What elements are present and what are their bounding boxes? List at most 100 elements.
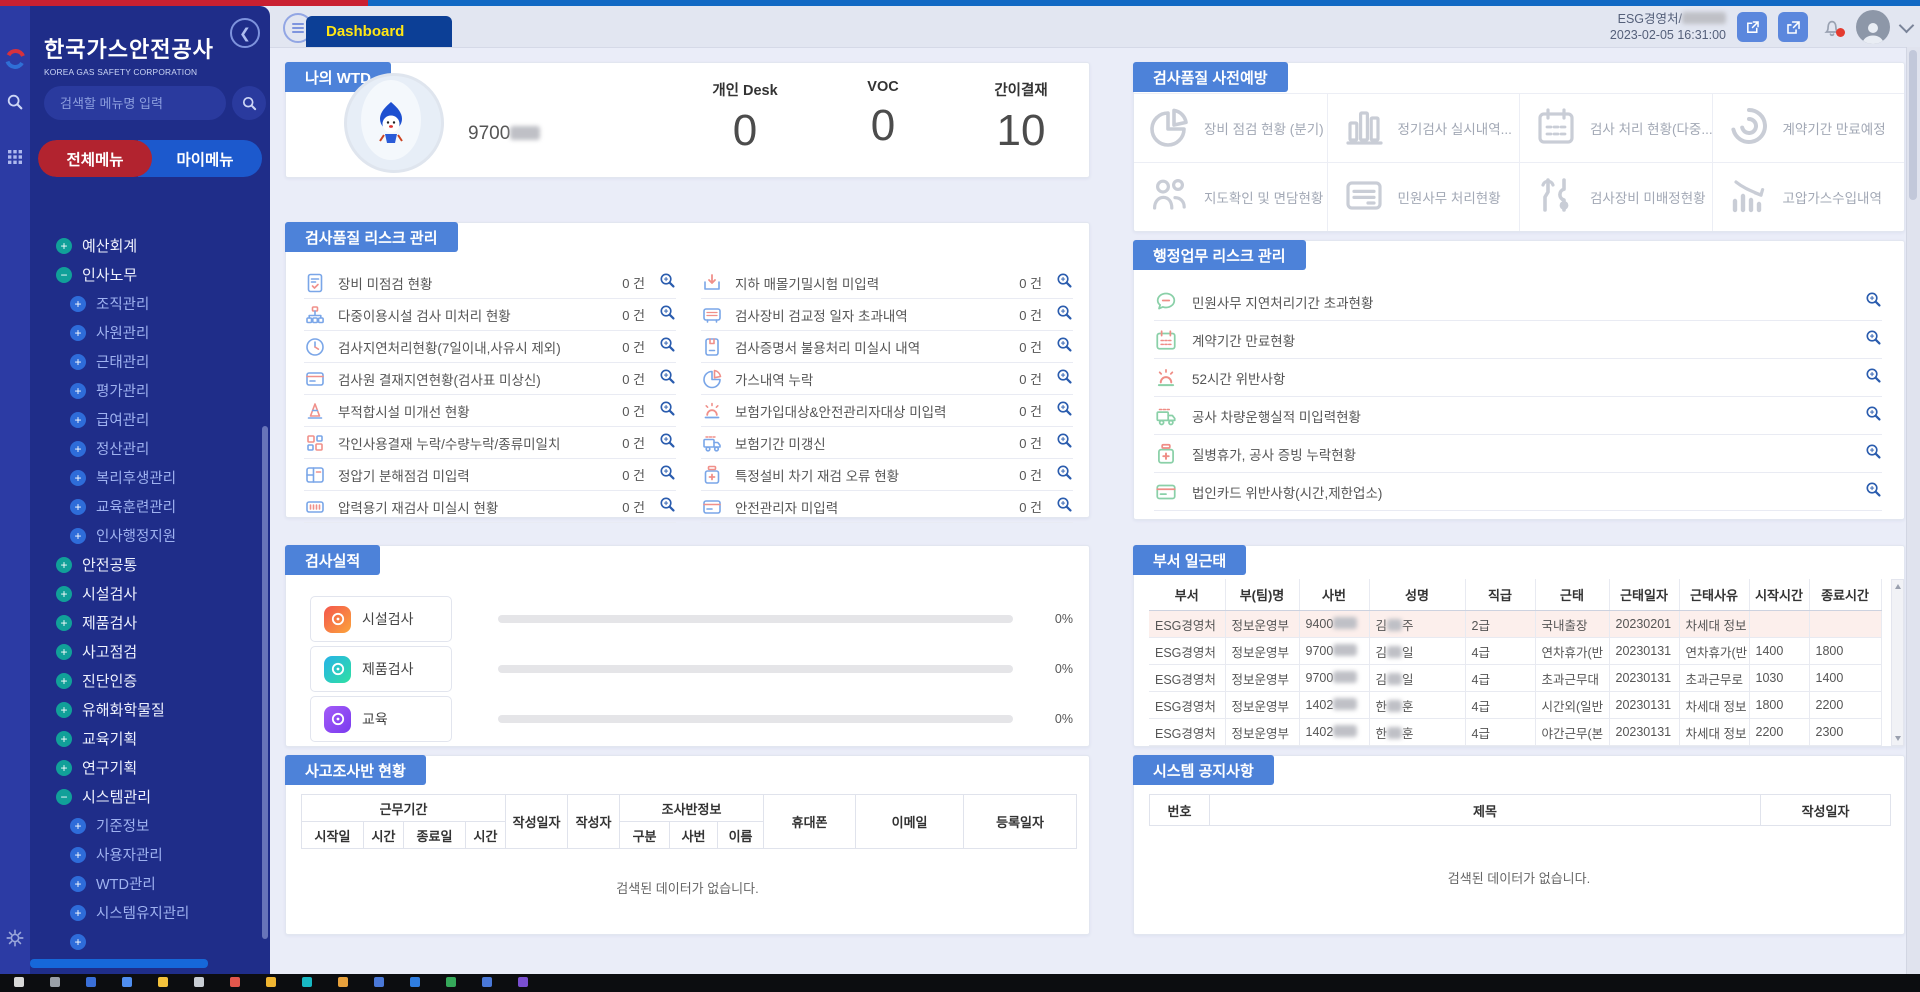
- prevention-shortcut[interactable]: 지도확인 및 면담현황: [1134, 162, 1327, 231]
- expand-icon[interactable]: +: [56, 644, 72, 660]
- performance-category-button[interactable]: 교육: [310, 696, 452, 742]
- sidebar-item-평가관리[interactable]: + 평가관리: [0, 376, 262, 405]
- expand-icon[interactable]: +: [56, 557, 72, 573]
- sidebar-item-기준정보[interactable]: + 기준정보: [0, 811, 262, 840]
- risk-item[interactable]: 검사장비 검교정 일자 초과내역 0 건: [701, 299, 1073, 331]
- admin-risk-item[interactable]: 계약기간 만료현황: [1154, 321, 1882, 359]
- risk-item[interactable]: 검사증명서 불용처리 미실시 내역 0 건: [701, 331, 1073, 363]
- avatar[interactable]: [1856, 10, 1890, 44]
- table-row[interactable]: ESG경영처정보운영부9700김일4급초과근무대20230131초과근무로103…: [1149, 665, 1881, 692]
- expand-icon[interactable]: +: [70, 354, 86, 370]
- collapse-icon[interactable]: −: [56, 267, 72, 283]
- risk-item[interactable]: 보험기간 미갱신 0 건: [701, 427, 1073, 459]
- taskbar-app-icon[interactable]: [230, 977, 240, 987]
- admin-risk-item[interactable]: 52시간 위반사항: [1154, 359, 1882, 397]
- sidebar-item-조직관리[interactable]: + 조직관리: [0, 289, 262, 318]
- sidebar-item-예산회계[interactable]: + 예산회계: [0, 231, 262, 260]
- taskbar-app-icon[interactable]: [518, 977, 528, 987]
- sidebar-item-인사행정지원[interactable]: + 인사행정지원: [0, 521, 262, 550]
- table-row[interactable]: ESG경영처정보운영부1402한훈4급시간외(일반20230131차세대 정보1…: [1149, 692, 1881, 719]
- tab-all-menu[interactable]: 전체메뉴: [38, 140, 152, 177]
- sidebar-item-복리후생관리[interactable]: + 복리후생관리: [0, 463, 262, 492]
- zoom-icon[interactable]: [1056, 464, 1073, 486]
- expand-icon[interactable]: +: [70, 934, 86, 950]
- sidebar-item-정산관리[interactable]: + 정산관리: [0, 434, 262, 463]
- taskbar-app-icon[interactable]: [86, 977, 96, 987]
- prevention-shortcut[interactable]: 검사 처리 현황(다중...: [1519, 93, 1712, 162]
- zoom-icon[interactable]: [1865, 367, 1882, 389]
- taskbar-app-icon[interactable]: [338, 977, 348, 987]
- admin-risk-item[interactable]: 민원사무 지연처리기간 초과현황: [1154, 283, 1882, 321]
- prevention-shortcut[interactable]: 계약기간 만료예정: [1712, 93, 1905, 162]
- expand-icon[interactable]: +: [70, 818, 86, 834]
- sidebar-item-진단인증[interactable]: + 진단인증: [0, 666, 262, 695]
- taskbar-app-icon[interactable]: [302, 977, 312, 987]
- windows-taskbar[interactable]: [0, 974, 1920, 992]
- risk-item[interactable]: 부적합시설 미개선 현황 0 건: [304, 395, 676, 427]
- performance-category-button[interactable]: 시설검사: [310, 596, 452, 642]
- zoom-icon[interactable]: [1056, 272, 1073, 294]
- taskbar-app-icon[interactable]: [410, 977, 420, 987]
- sidebar-item-시설검사[interactable]: + 시설검사: [0, 579, 262, 608]
- risk-item[interactable]: 압력용기 재검사 미실시 현황 0 건: [304, 491, 676, 523]
- table-row[interactable]: ESG경영처정보운영부9700김일4급연차휴가(반20230131연차휴가(반1…: [1149, 638, 1881, 665]
- sidebar-item-교육훈련관리[interactable]: + 교육훈련관리: [0, 492, 262, 521]
- risk-item[interactable]: 가스내역 누락 0 건: [701, 363, 1073, 395]
- zoom-icon[interactable]: [659, 304, 676, 326]
- sidebar-item-인사노무[interactable]: − 인사노무: [0, 260, 262, 289]
- sidebar-item-사용자관리[interactable]: + 사용자관리: [0, 840, 262, 869]
- expand-icon[interactable]: +: [56, 731, 72, 747]
- expand-icon[interactable]: +: [70, 876, 86, 892]
- expand-icon[interactable]: +: [56, 615, 72, 631]
- menu-grid-icon[interactable]: [4, 146, 26, 168]
- risk-item[interactable]: 보험가입대상&안전관리자대상 미입력 0 건: [701, 395, 1073, 427]
- search-icon[interactable]: [4, 91, 26, 113]
- admin-risk-item[interactable]: 법인카드 위반사항(시간,제한업소): [1154, 473, 1882, 511]
- table-row[interactable]: ESG경영처정보운영부1402한훈4급연차휴가20230202연차휴가: [1149, 746, 1881, 747]
- stat-personal-desk[interactable]: 개인 Desk 0: [703, 79, 787, 156]
- risk-item[interactable]: 다중이용시설 검사 미처리 현황 0 건: [304, 299, 676, 331]
- menu-search-input[interactable]: [44, 86, 226, 120]
- table-row[interactable]: ESG경영처정보운영부9400김주2급국내출장20230201차세대 정보: [1149, 611, 1881, 638]
- zoom-icon[interactable]: [1056, 304, 1073, 326]
- taskbar-app-icon[interactable]: [266, 977, 276, 987]
- risk-item[interactable]: 지하 매몰기밀시험 미입력 0 건: [701, 267, 1073, 299]
- expand-icon[interactable]: +: [70, 412, 86, 428]
- expand-icon[interactable]: +: [56, 702, 72, 718]
- taskbar-app-icon[interactable]: [158, 977, 168, 987]
- taskbar-app-icon[interactable]: [50, 977, 60, 987]
- expand-icon[interactable]: +: [70, 296, 86, 312]
- sidebar-item-연구기획[interactable]: + 연구기획: [0, 753, 262, 782]
- zoom-icon[interactable]: [659, 400, 676, 422]
- taskbar-app-icon[interactable]: [482, 977, 492, 987]
- admin-risk-item[interactable]: 공사 차량운행실적 미입력현황: [1154, 397, 1882, 435]
- zoom-icon[interactable]: [659, 368, 676, 390]
- zoom-icon[interactable]: [659, 336, 676, 358]
- zoom-icon[interactable]: [659, 272, 676, 294]
- sidebar-item-제품검사[interactable]: + 제품검사: [0, 608, 262, 637]
- zoom-icon[interactable]: [1056, 400, 1073, 422]
- expand-icon[interactable]: +: [70, 905, 86, 921]
- sidebar-item-사원관리[interactable]: + 사원관리: [0, 318, 262, 347]
- zoom-icon[interactable]: [1865, 481, 1882, 503]
- sidebar-item-안전공통[interactable]: + 안전공통: [0, 550, 262, 579]
- stat-voc[interactable]: VOC 0: [841, 79, 925, 156]
- sidebar-item-사고점검[interactable]: + 사고점검: [0, 637, 262, 666]
- risk-item[interactable]: 안전관리자 미입력 0 건: [701, 491, 1073, 523]
- tab-my-menu[interactable]: 마이메뉴: [138, 140, 262, 177]
- sidebar-item-clipped[interactable]: +: [0, 927, 262, 956]
- open-window-button[interactable]: [1737, 12, 1767, 42]
- zoom-icon[interactable]: [659, 496, 676, 518]
- stat-quick-approval[interactable]: 간이결재 10: [979, 79, 1063, 156]
- sidebar-item-교육기획[interactable]: + 교육기획: [0, 724, 262, 753]
- expand-icon[interactable]: +: [70, 847, 86, 863]
- taskbar-app-icon[interactable]: [194, 977, 204, 987]
- zoom-icon[interactable]: [1865, 443, 1882, 465]
- taskbar-app-icon[interactable]: [446, 977, 456, 987]
- prevention-shortcut[interactable]: 정기검사 실시내역...: [1327, 93, 1520, 162]
- prevention-shortcut[interactable]: 고압가스수입내역: [1712, 162, 1905, 231]
- sidebar-item-시스템관리[interactable]: − 시스템관리: [0, 782, 262, 811]
- chevron-down-icon[interactable]: [1899, 17, 1915, 33]
- expand-icon[interactable]: +: [70, 325, 86, 341]
- expand-icon[interactable]: +: [70, 499, 86, 515]
